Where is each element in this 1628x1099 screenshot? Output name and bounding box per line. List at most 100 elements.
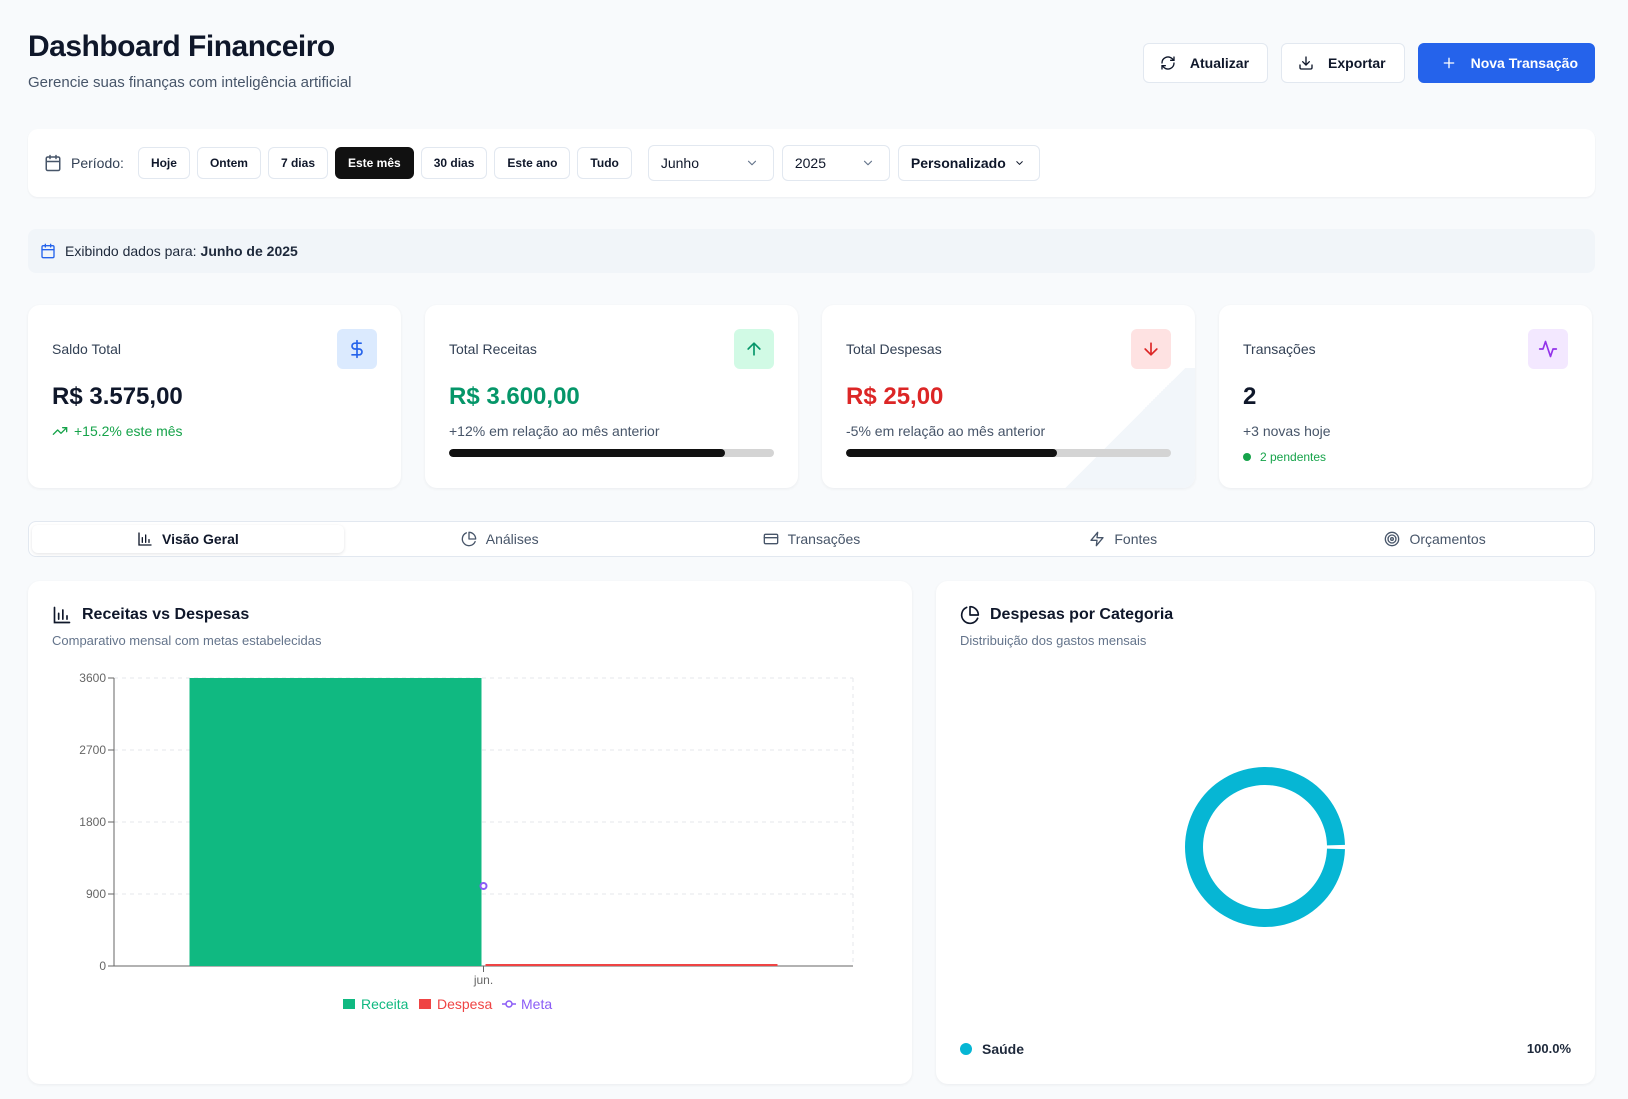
card-sub: -5% em relação ao mês anterior — [846, 423, 1046, 439]
category-legend: Saúde 100.0% — [960, 1041, 1571, 1057]
download-icon — [1299, 56, 1313, 70]
chip-today[interactable]: Hoje — [137, 147, 190, 179]
legend-swatch — [343, 999, 355, 1009]
legend-label: Meta — [521, 996, 552, 1012]
card-sub: +12% em relação ao mês anterior — [449, 423, 660, 439]
year-select[interactable]: 2025 — [781, 145, 890, 181]
bar-chart-icon — [138, 532, 152, 546]
card-value: 2 — [1243, 383, 1257, 410]
chip-this-year[interactable]: Este ano — [494, 147, 571, 179]
card-title: Transações — [1243, 341, 1316, 357]
revenue-expenses-chart: 0 900 1800 2700 3600 jun. Receita Despesa Meta — [79, 671, 854, 1012]
card-transactions: Transações 2 +3 novas hoje 2 pendentes — [1219, 305, 1592, 488]
activity-icon — [1528, 329, 1568, 369]
tab-label: Fontes — [1114, 531, 1158, 547]
month-select[interactable]: Junho — [647, 145, 774, 181]
chip-7-days[interactable]: 7 dias — [267, 147, 328, 179]
custom-period-label: Personalizado — [910, 155, 1006, 171]
meta-point — [479, 882, 488, 890]
card-title: Saldo Total — [52, 341, 122, 357]
target-icon — [1385, 531, 1400, 547]
tab-budgets[interactable]: Orçamentos — [1279, 525, 1591, 553]
header-actions: Atualizar Exportar Nova Transação — [1142, 43, 1595, 83]
legend-item: Saúde — [960, 1041, 1024, 1057]
card-value: R$ 3.600,00 — [449, 383, 580, 410]
panel-title-text: Despesas por Categoria — [990, 606, 1174, 623]
card-value: R$ 3.575,00 — [52, 383, 183, 410]
expenses-progress-bar — [846, 449, 1171, 457]
zap-icon — [1090, 531, 1105, 547]
custom-period-button[interactable]: Personalizado — [897, 145, 1040, 181]
pending-text: 2 pendentes — [1260, 450, 1327, 464]
tab-transactions[interactable]: Transações — [656, 525, 968, 553]
chevron-down-icon — [1016, 161, 1023, 165]
pending-badge: 2 pendentes — [1243, 450, 1326, 464]
y-tick-label: 1800 — [79, 815, 106, 829]
card-decoration — [1055, 368, 1195, 488]
y-tick-label: 0 — [99, 959, 106, 973]
card-title: Total Receitas — [449, 341, 537, 357]
chip-yesterday[interactable]: Ontem — [196, 147, 261, 179]
tab-label: Análises — [485, 531, 539, 547]
plus-icon — [1443, 57, 1454, 69]
refresh-icon — [1161, 56, 1175, 70]
card-sub: +3 novas hoje — [1243, 423, 1331, 439]
chip-this-month[interactable]: Este mês — [335, 147, 414, 179]
tab-analytics[interactable]: Análises — [344, 525, 656, 553]
info-value: Junho de 2025 — [200, 243, 298, 259]
bar-despesa — [485, 964, 778, 966]
y-tick-label: 3600 — [79, 671, 106, 685]
donut-slice — [1185, 767, 1345, 927]
tab-sources[interactable]: Fontes — [967, 525, 1279, 553]
info-prefix: Exibindo dados para: — [65, 243, 197, 259]
tab-label: Transações — [787, 531, 861, 547]
calendar-icon — [41, 243, 55, 259]
card-balance: Saldo Total R$ 3.575,00 +15.2% este mês — [28, 305, 401, 488]
chip-30-days[interactable]: 30 dias — [420, 147, 488, 179]
pie-chart-icon — [960, 605, 980, 625]
tab-label: Orçamentos — [1409, 531, 1486, 547]
period-label-text: Período: — [71, 155, 124, 171]
panel-subtitle: Comparativo mensal com metas estabelecid… — [52, 633, 322, 648]
tab-overview[interactable]: Visão Geral — [32, 525, 344, 553]
legend-label: Receita — [361, 996, 409, 1012]
pie-chart-icon — [461, 531, 477, 547]
legend-swatch — [419, 999, 431, 1009]
bar-chart-icon — [53, 606, 71, 624]
calendar-icon — [45, 154, 61, 172]
page-header: Dashboard Financeiro Gerencie suas finan… — [28, 30, 1595, 100]
legend-percentage: 100.0% — [1526, 1041, 1571, 1056]
legend-label: Saúde — [982, 1041, 1025, 1057]
legend-label: Despesa — [437, 996, 492, 1012]
card-sub-text: +15.2% este mês — [74, 423, 183, 439]
chevron-down-icon — [747, 160, 756, 166]
legend-swatch-dot — [505, 1000, 513, 1008]
export-label: Exportar — [1328, 55, 1386, 71]
panel-title-text: Receitas vs Despesas — [82, 606, 250, 623]
arrow-up-icon — [734, 329, 774, 369]
card-income: Total Receitas R$ 3.600,00 +12% em relaç… — [425, 305, 798, 488]
bar-receita — [189, 678, 482, 966]
category-panel: Despesas por Categoria Distribuição dos … — [936, 581, 1595, 1084]
panel-title: Receitas vs Despesas — [52, 605, 249, 625]
credit-card-icon — [763, 533, 779, 545]
stat-cards: Saldo Total R$ 3.575,00 +15.2% este mês … — [28, 305, 1595, 488]
chevron-down-icon — [863, 160, 872, 166]
status-dot — [1243, 453, 1251, 461]
progress-fill — [846, 449, 1058, 457]
refresh-button[interactable]: Atualizar — [1142, 43, 1269, 83]
y-tick-label: 900 — [86, 887, 106, 901]
y-tick-label: 2700 — [79, 743, 106, 757]
year-select-value: 2025 — [794, 155, 827, 171]
card-title: Total Despesas — [846, 341, 942, 357]
x-tick-label: jun. — [473, 973, 493, 987]
trending-up-icon — [52, 427, 68, 435]
period-filter-bar: Período: Hoje Ontem 7 dias Este mês 30 d… — [28, 129, 1595, 197]
chip-all[interactable]: Tudo — [577, 147, 632, 179]
income-progress-bar — [449, 449, 774, 457]
card-sub: +15.2% este mês — [52, 423, 183, 439]
revenue-expenses-panel: 0 900 1800 2700 3600 jun. Receita Despesa Meta R… — [28, 581, 912, 1084]
new-transaction-button[interactable]: Nova Transação — [1417, 43, 1595, 83]
tab-label: Visão Geral — [162, 531, 239, 547]
export-button[interactable]: Exportar — [1281, 43, 1405, 83]
